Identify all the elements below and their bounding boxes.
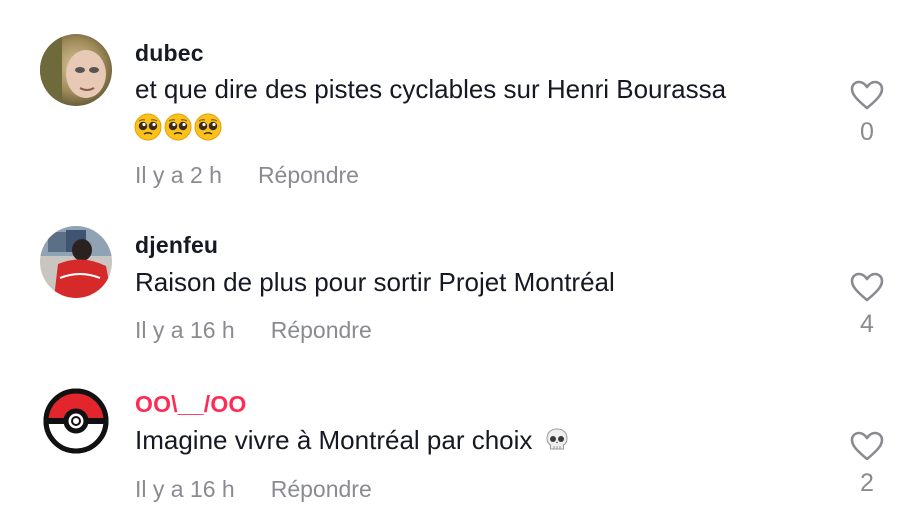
comment-username[interactable]: djenfeu <box>135 232 218 259</box>
comment-username[interactable]: OO\__/OO <box>135 391 247 418</box>
skull-icon <box>546 428 568 450</box>
reply-button[interactable]: Répondre <box>271 317 372 344</box>
like-count: 4 <box>860 310 874 338</box>
heart-outline-icon <box>850 272 884 302</box>
comment-text: Raison de plus pour sortir Projet Montré… <box>135 267 615 297</box>
avatar[interactable] <box>40 34 112 106</box>
comment-timestamp: Il y a 2 h <box>135 162 222 188</box>
like-button[interactable]: 2 <box>846 431 888 498</box>
reply-button[interactable]: Répondre <box>271 476 372 503</box>
avatar[interactable] <box>40 226 112 298</box>
heart-outline-icon <box>850 431 884 461</box>
like-button[interactable]: 4 <box>846 272 888 339</box>
pleading-face-icon <box>194 113 222 141</box>
comment-meta: Il y a 16 h Répondre <box>135 317 372 344</box>
like-count: 0 <box>860 118 874 146</box>
comment-meta: Il y a 2 h Répondre <box>135 162 359 189</box>
comment-text-content: Imagine vivre à Montréal par choix <box>135 425 533 455</box>
comment-text: et que dire des pistes cyclables sur Hen… <box>135 74 727 104</box>
comment-timestamp: Il y a 16 h <box>135 317 235 343</box>
reply-button[interactable]: Répondre <box>258 162 359 189</box>
avatar[interactable] <box>40 385 112 457</box>
comment-text: Imagine vivre à Montréal par choix <box>135 422 825 458</box>
comment-timestamp: Il y a 16 h <box>135 476 235 502</box>
comment-username[interactable]: dubec <box>135 40 204 67</box>
heart-outline-icon <box>850 80 884 110</box>
comment-meta: Il y a 16 h Répondre <box>135 476 372 503</box>
pleading-face-icon <box>134 113 162 141</box>
avatar-photo <box>40 34 112 106</box>
like-count: 2 <box>860 469 874 497</box>
pleading-face-icon <box>164 113 192 141</box>
pokeball-avatar-icon <box>40 385 112 457</box>
emoji-row <box>134 113 222 141</box>
avatar-photo <box>40 226 112 298</box>
like-button[interactable]: 0 <box>846 80 888 147</box>
